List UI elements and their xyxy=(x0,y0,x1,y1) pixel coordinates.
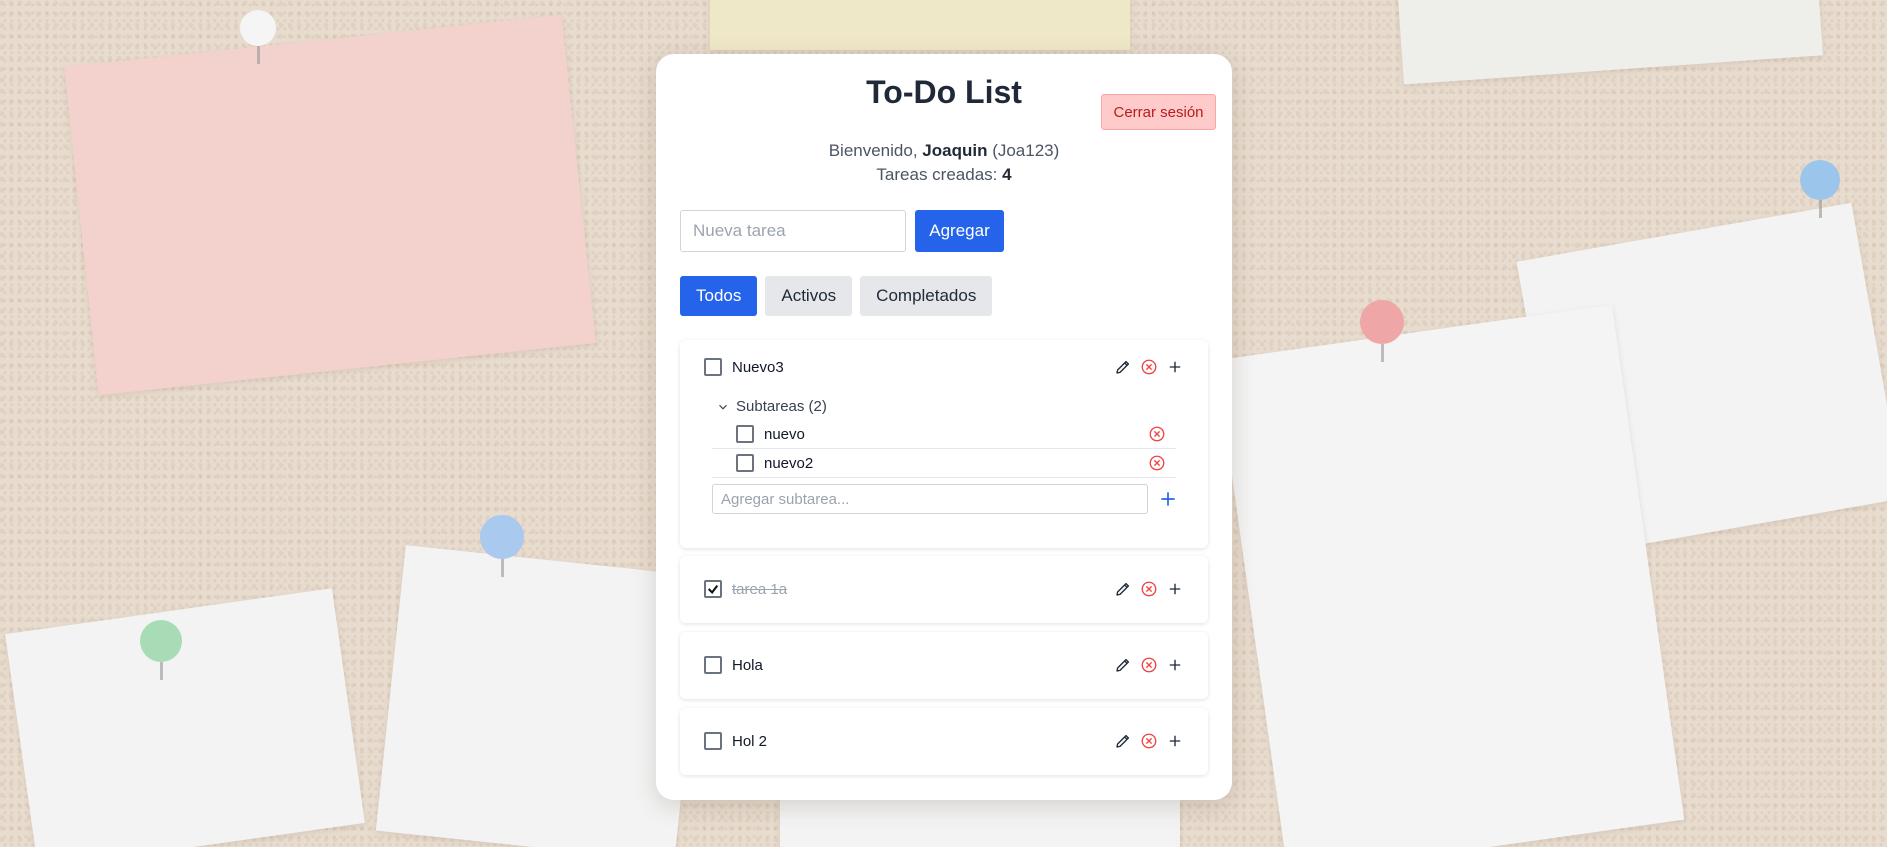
pencil-icon[interactable] xyxy=(1114,732,1132,750)
pencil-icon[interactable] xyxy=(1114,358,1132,376)
user-name: Joaquin xyxy=(922,141,988,160)
filter-activos[interactable]: Activos xyxy=(765,276,853,316)
subtask-checkbox[interactable] xyxy=(736,454,754,472)
task-item: Hola xyxy=(680,632,1208,699)
task-row: Hol 2 xyxy=(704,732,1184,750)
subtask-label: nuevo xyxy=(764,425,805,443)
task-label: tarea 1a xyxy=(732,580,788,598)
yellow-sticky-note xyxy=(710,0,1130,50)
logout-button[interactable]: Cerrar sesión xyxy=(1101,94,1216,130)
plus-icon[interactable] xyxy=(1166,580,1184,598)
tasks-count-label: Tareas creadas: xyxy=(876,165,998,184)
subtask-row: nuevo2 xyxy=(712,449,1176,478)
filter-todos[interactable]: Todos xyxy=(680,276,758,316)
subtasks-header: Subtareas (2) xyxy=(736,398,827,415)
task-actions xyxy=(1114,656,1184,674)
white-pushpin xyxy=(240,10,276,64)
subtasks-toggle[interactable]: Subtareas (2) xyxy=(716,398,827,415)
filter-completados[interactable]: Completados xyxy=(860,276,993,316)
white-sticky-note-left2 xyxy=(375,545,705,847)
subtask-label: nuevo2 xyxy=(764,454,814,472)
subtask-input[interactable] xyxy=(712,484,1148,514)
task-checkbox[interactable] xyxy=(704,358,722,376)
subtask-row: nuevo xyxy=(712,420,1176,449)
gray-sticky-note xyxy=(1397,0,1823,85)
blue-pushpin-left xyxy=(480,515,524,577)
plus-icon[interactable] xyxy=(1166,656,1184,674)
task-actions xyxy=(1114,358,1184,376)
filter-tabs: Todos Activos Completados xyxy=(680,276,993,316)
blue-pushpin-right xyxy=(1800,160,1840,218)
white-sticky-note-center xyxy=(1215,304,1685,847)
task-row: Hola xyxy=(704,656,1184,674)
plus-icon[interactable] xyxy=(1158,489,1178,509)
task-row: Nuevo3 xyxy=(704,358,1184,376)
subtask-checkbox[interactable] xyxy=(736,425,754,443)
pencil-icon[interactable] xyxy=(1114,656,1132,674)
green-pushpin xyxy=(140,620,182,680)
task-label: Hol 2 xyxy=(732,732,768,750)
task-item: Hol 2 xyxy=(680,708,1208,775)
plus-icon[interactable] xyxy=(1166,358,1184,376)
pencil-icon[interactable] xyxy=(1114,580,1132,598)
task-item: tarea 1a xyxy=(680,556,1208,623)
task-label: Nuevo3 xyxy=(732,358,784,376)
task-actions xyxy=(1114,732,1184,750)
add-task-button[interactable]: Agregar xyxy=(915,210,1004,252)
red-pushpin xyxy=(1360,300,1404,362)
new-task-input[interactable] xyxy=(680,210,906,252)
task-label: Hola xyxy=(732,656,763,674)
circle-x-icon[interactable] xyxy=(1140,656,1158,674)
chevron-down-icon xyxy=(719,404,727,410)
task-row: tarea 1a xyxy=(704,580,1184,598)
task-checkbox[interactable] xyxy=(704,580,722,598)
circle-x-icon[interactable] xyxy=(1140,358,1158,376)
task-actions xyxy=(1114,580,1184,598)
plus-icon[interactable] xyxy=(1166,732,1184,750)
white-sticky-note-left xyxy=(5,588,365,847)
tasks-count: 4 xyxy=(1002,165,1012,184)
pink-sticky-note xyxy=(64,14,596,396)
todo-card: To-Do List Cerrar sesión Bienvenido, Joa… xyxy=(656,54,1232,800)
task-item: Nuevo3 Subtareas (2) nuevo nuevo2 xyxy=(680,340,1208,548)
task-checkbox[interactable] xyxy=(704,656,722,674)
welcome-text: Bienvenido, Joaquin (Joa123) Tareas crea… xyxy=(656,139,1232,187)
circle-x-icon[interactable] xyxy=(1148,454,1166,472)
user-username: (Joa123) xyxy=(992,141,1060,160)
greeting-label: Bienvenido, xyxy=(828,141,918,160)
circle-x-icon[interactable] xyxy=(1140,732,1158,750)
task-checkbox[interactable] xyxy=(704,732,722,750)
circle-x-icon[interactable] xyxy=(1148,425,1166,443)
circle-x-icon[interactable] xyxy=(1140,580,1158,598)
